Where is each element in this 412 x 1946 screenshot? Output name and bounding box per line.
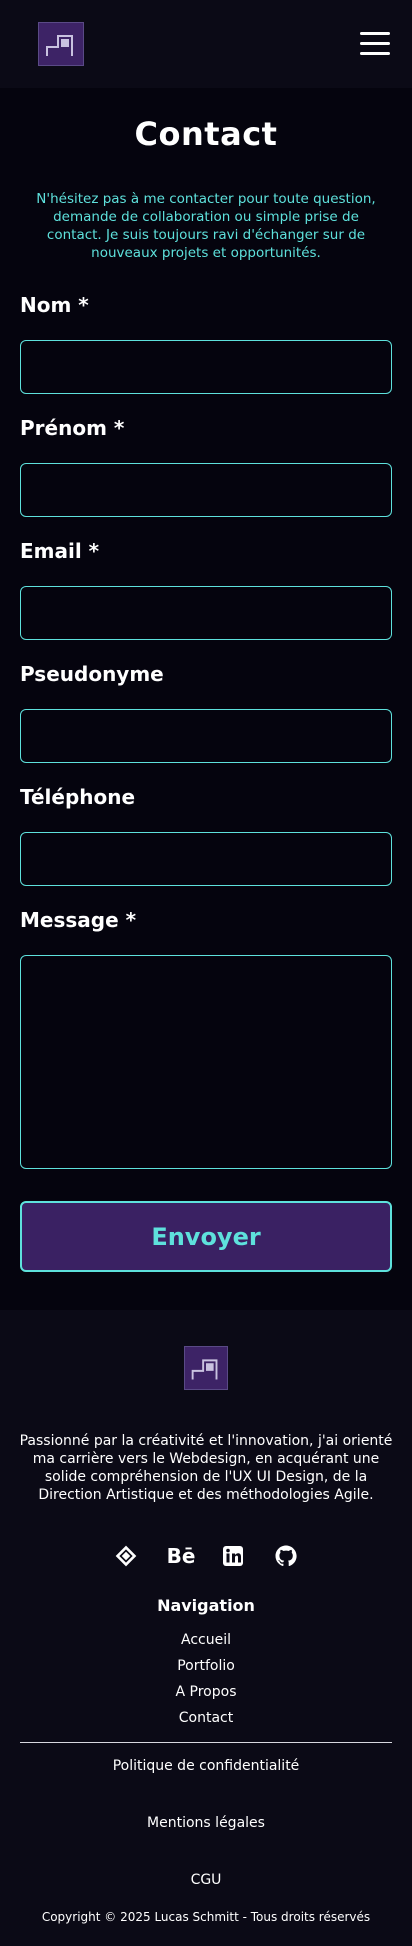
footer: Passionné par la créativité et l'innovat… (0, 1310, 412, 1946)
prenom-label: Prénom * (20, 416, 125, 440)
nav-link-contact[interactable]: Contact (0, 1710, 412, 1726)
page-title: Contact (134, 115, 278, 153)
copyright-text: Copyright © 2025 Lucas Schmitt - Tous dr… (41, 1910, 371, 1924)
hamburger-menu-icon[interactable] (360, 32, 390, 56)
telephone-label: Téléphone (20, 785, 136, 809)
site-logo[interactable] (38, 22, 84, 66)
prenom-input[interactable] (20, 463, 392, 517)
message-label: Message * (20, 908, 137, 932)
header (0, 0, 412, 88)
cgu-link[interactable]: CGU (0, 1872, 412, 1888)
nom-label: Nom * (20, 293, 89, 317)
pseudonyme-label: Pseudonyme (20, 662, 164, 686)
legal-notice-link[interactable]: Mentions légales (0, 1815, 412, 1831)
nom-input[interactable] (20, 340, 392, 394)
email-input[interactable] (20, 586, 392, 640)
footer-description: Passionné par la créativité et l'innovat… (19, 1433, 393, 1503)
linkedin-icon[interactable] (219, 1542, 247, 1570)
pseudonyme-input[interactable] (20, 709, 392, 763)
github-icon[interactable] (272, 1542, 300, 1570)
nav-link-a-propos[interactable]: A Propos (0, 1684, 412, 1700)
footer-divider (20, 1742, 392, 1743)
submit-button[interactable]: Envoyer (20, 1201, 392, 1272)
footer-nav-title: Navigation (157, 1596, 255, 1615)
intro-text: N'hésitez pas à me contacter pour toute … (36, 191, 376, 261)
behance-icon[interactable]: Bē (165, 1542, 197, 1570)
telephone-input[interactable] (20, 832, 392, 886)
privacy-policy-link[interactable]: Politique de confidentialité (0, 1758, 412, 1774)
footer-logo[interactable] (184, 1346, 228, 1390)
nav-link-accueil[interactable]: Accueil (0, 1632, 412, 1648)
email-label: Email * (20, 539, 100, 563)
social-links: Bē (0, 1542, 412, 1570)
dribbble-icon[interactable] (112, 1542, 140, 1570)
nav-link-portfolio[interactable]: Portfolio (0, 1658, 412, 1674)
message-textarea[interactable] (20, 955, 392, 1169)
